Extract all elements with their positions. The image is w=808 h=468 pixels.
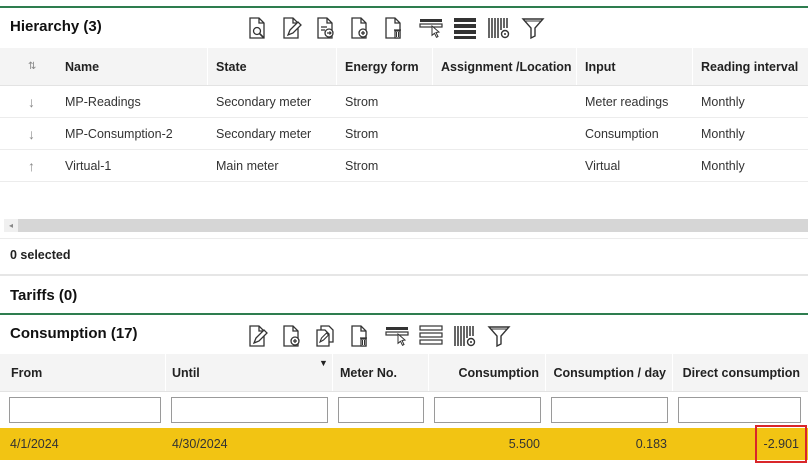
edit-document-icon [283, 17, 302, 39]
list-view-button[interactable] [414, 322, 448, 350]
filter-from-input[interactable] [9, 397, 161, 423]
arrow-down-icon: ↓ [28, 125, 35, 142]
column-header-reading-interval[interactable]: Reading interval [693, 48, 808, 85]
table-row-selected[interactable]: 4/1/2024 4/30/2024 5.500 0.183 -2.901 [0, 428, 808, 460]
column-header-energy-form[interactable]: Energy form [337, 48, 433, 85]
arrow-up-icon: ↑ [28, 157, 35, 174]
cell-name: MP-Readings [65, 94, 141, 109]
list-lines-icon [454, 18, 476, 39]
column-header-consumption-per-day[interactable]: Consumption / day [546, 354, 673, 391]
delete-document-button[interactable] [376, 14, 410, 42]
copy-document-icon [316, 325, 334, 347]
cell-energy-form: Strom [345, 94, 379, 109]
delete-document-button[interactable] [342, 322, 376, 350]
consumption-section [0, 313, 808, 315]
column-settings-button[interactable] [448, 322, 482, 350]
filter-icon [521, 18, 545, 40]
select-cursor-icon [385, 327, 409, 346]
filter-consumption-input[interactable] [434, 397, 541, 423]
add-document-button[interactable] [342, 14, 376, 42]
tariffs-title[interactable]: Tariffs (0) [10, 287, 77, 304]
consumption-grid-header: From Until ▼ Meter No. Consumption Consu… [0, 354, 808, 392]
column-header-until[interactable]: Until [166, 354, 333, 391]
sort-descending-icon: ▼ [319, 358, 328, 368]
sort-order-icon[interactable]: ⇅ [28, 48, 50, 85]
column-settings-icon [488, 18, 510, 39]
edit-document-button[interactable] [240, 322, 274, 350]
column-header-from[interactable]: From [0, 354, 166, 391]
import-document-icon [317, 17, 334, 39]
hierarchy-title: Hierarchy (3) [10, 18, 102, 35]
delete-document-icon [385, 17, 401, 39]
consumption-toolbar [240, 322, 516, 350]
cell-consumption-per-day: 0.183 [635, 437, 667, 451]
column-header-consumption[interactable]: Consumption [429, 354, 546, 391]
column-header-state[interactable]: State [208, 48, 337, 85]
edit-document-button[interactable] [274, 14, 308, 42]
scroll-left-icon[interactable]: ◂ [4, 219, 18, 232]
cell-energy-form: Strom [345, 158, 379, 173]
filter-consumption-per-day-input[interactable] [551, 397, 668, 423]
filter-icon [487, 326, 511, 348]
cell-name: MP-Consumption-2 [65, 126, 173, 141]
consumption-title: Consumption (17) [10, 325, 138, 342]
highlight-box [755, 425, 807, 463]
select-button[interactable] [414, 14, 448, 42]
cell-input: Meter readings [585, 94, 669, 109]
cell-state: Secondary meter [216, 126, 312, 141]
list-lines-icon [419, 325, 443, 345]
horizontal-scrollbar[interactable]: ◂ [4, 219, 808, 232]
cell-state: Secondary meter [216, 94, 312, 109]
add-document-icon [283, 325, 300, 347]
column-header-meter-no[interactable]: Meter No. [333, 354, 429, 391]
column-header-direct-consumption[interactable]: Direct consumption [673, 354, 808, 391]
table-row[interactable]: ↑ Virtual-1 Main meter Strom Virtual Mon… [0, 150, 808, 182]
column-settings-button[interactable] [482, 14, 516, 42]
delete-document-icon [351, 325, 367, 347]
cell-input: Consumption [585, 126, 659, 141]
table-row[interactable]: ↓ MP-Consumption-2 Secondary meter Strom… [0, 118, 808, 150]
select-button[interactable] [380, 322, 414, 350]
cell-until: 4/30/2024 [172, 437, 228, 451]
filter-button[interactable] [482, 322, 516, 350]
divider [0, 238, 808, 239]
copy-document-button[interactable] [308, 322, 342, 350]
cell-input: Virtual [585, 158, 621, 173]
add-document-button[interactable] [274, 322, 308, 350]
cell-state: Main meter [216, 158, 279, 173]
filter-until-input[interactable] [171, 397, 328, 423]
filter-button[interactable] [516, 14, 550, 42]
table-row[interactable]: ↓ MP-Readings Secondary meter Strom Mete… [0, 86, 808, 118]
view-document-icon [249, 17, 265, 39]
hierarchy-toolbar [240, 14, 550, 42]
divider [0, 274, 808, 276]
select-cursor-icon [419, 19, 443, 38]
arrow-down-icon: ↓ [28, 93, 35, 110]
cell-consumption: 5.500 [508, 437, 540, 451]
add-document-icon [351, 17, 368, 39]
cell-energy-form: Strom [345, 126, 379, 141]
hierarchy-grid-header: ⇅ Name State Energy form Assignment /Loc… [0, 48, 808, 86]
column-header-location[interactable]: Assignment /Location [433, 48, 577, 85]
selection-count: 0 selected [10, 248, 71, 262]
cell-from: 4/1/2024 [10, 437, 59, 451]
filter-direct-consumption-input[interactable] [678, 397, 801, 423]
edit-document-icon [249, 325, 268, 347]
column-header-name[interactable]: Name [56, 48, 208, 85]
import-document-button[interactable] [308, 14, 342, 42]
view-document-button[interactable] [240, 14, 274, 42]
filter-meter-no-input[interactable] [338, 397, 424, 423]
cell-name: Virtual-1 [65, 158, 112, 173]
cell-interval: Monthly [701, 94, 745, 109]
cell-interval: Monthly [701, 158, 745, 173]
column-settings-icon [454, 326, 476, 347]
list-view-button[interactable] [448, 14, 482, 42]
cell-interval: Monthly [701, 126, 745, 141]
column-header-input[interactable]: Input [577, 48, 693, 85]
